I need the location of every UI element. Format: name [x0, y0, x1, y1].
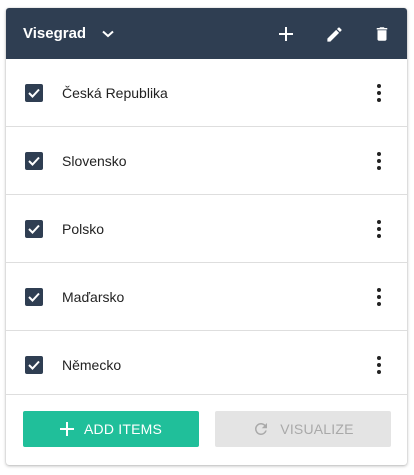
item-menu-button[interactable] — [369, 81, 389, 105]
more-vert-icon — [377, 152, 381, 156]
visualize-label: VISUALIZE — [280, 421, 354, 437]
checkmark-icon — [28, 360, 40, 370]
item-checkbox[interactable] — [25, 219, 43, 238]
trash-icon — [376, 27, 388, 41]
checkmark-icon — [28, 88, 40, 98]
item-menu-button[interactable] — [369, 353, 389, 377]
item-label: Polsko — [62, 220, 105, 237]
pencil-icon — [326, 26, 342, 42]
item-label: Německo — [62, 356, 122, 373]
list-card: Visegrad Česká Republika Slovensko Polsk… — [6, 8, 407, 465]
plus-icon — [59, 422, 74, 436]
item-menu-button[interactable] — [369, 285, 389, 309]
refresh-icon — [255, 423, 268, 435]
item-checkbox[interactable] — [25, 355, 43, 374]
item-label: Slovensko — [62, 152, 127, 169]
plus-icon — [279, 27, 293, 41]
more-vert-icon — [377, 356, 381, 360]
checkmark-icon — [28, 156, 40, 166]
visualize-button[interactable]: VISUALIZE — [215, 411, 391, 447]
card-footer: ADD ITEMS VISUALIZE — [6, 394, 407, 465]
item-label: Česká Republika — [62, 84, 168, 101]
edit-list-button[interactable] — [320, 20, 348, 48]
list-title: Visegrad — [23, 25, 87, 42]
more-vert-icon — [377, 84, 381, 88]
list-item: Maďarsko — [6, 263, 407, 331]
list-item: Slovensko — [6, 127, 407, 195]
checkmark-icon — [28, 224, 40, 234]
chevron-down-icon — [102, 30, 114, 37]
list-item: Polsko — [6, 195, 407, 263]
list-selector[interactable]: Visegrad — [23, 8, 114, 59]
item-label: Maďarsko — [62, 288, 125, 305]
more-vert-icon — [377, 220, 381, 224]
more-vert-icon — [377, 288, 381, 292]
item-checkbox[interactable] — [25, 83, 43, 102]
item-menu-button[interactable] — [369, 149, 389, 173]
list-item: Německo — [6, 331, 407, 398]
card-header: Visegrad — [6, 8, 407, 59]
item-menu-button[interactable] — [369, 217, 389, 241]
delete-list-button[interactable] — [368, 20, 396, 48]
item-checkbox[interactable] — [25, 287, 43, 306]
checkmark-icon — [28, 292, 40, 302]
add-items-button[interactable]: ADD ITEMS — [23, 411, 199, 447]
item-checkbox[interactable] — [25, 151, 43, 170]
add-items-label: ADD ITEMS — [83, 421, 163, 437]
add-list-button[interactable] — [272, 20, 300, 48]
items-list: Česká Republika Slovensko Polsko Maďarsk… — [6, 59, 407, 398]
list-item: Česká Republika — [6, 59, 407, 127]
